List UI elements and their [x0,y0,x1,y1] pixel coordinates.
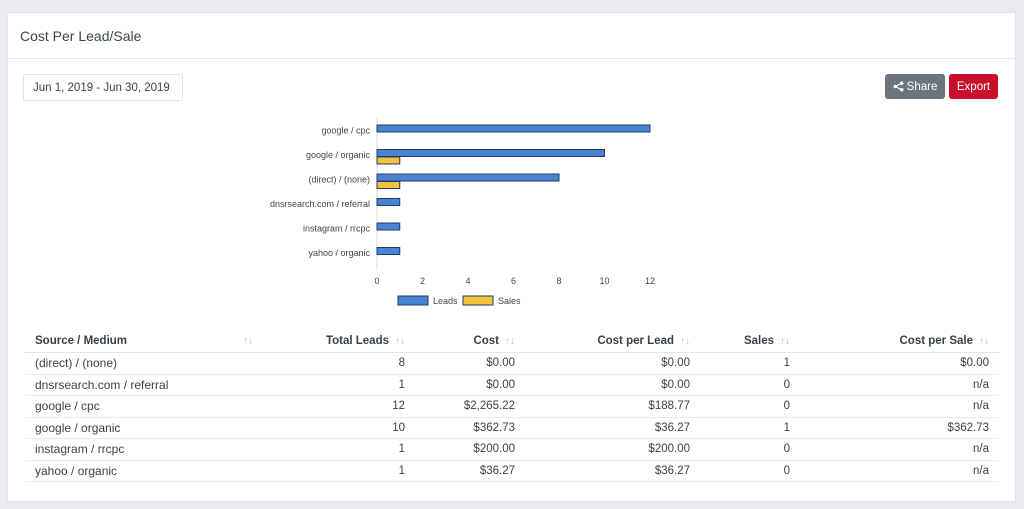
column-header-cost[interactable]: Cost ↑↓ [415,330,525,353]
legend-swatch-leads [397,295,429,306]
share-button[interactable]: Share [885,74,945,99]
cell-cost-per-lead: $0.00 [525,374,700,396]
cell-cost-per-lead: $0.00 [525,352,700,375]
table-row: (direct) / (none) 8 $0.00 $0.00 1 $0.00 [25,352,999,375]
cell-sales: 0 [700,438,800,461]
x-tick-label: 4 [465,276,470,286]
legend-label-sales: Sales [498,296,521,306]
sort-icon: ↑↓ [243,335,253,346]
cell-source-medium: (direct) / (none) [25,352,263,375]
cell-total-leads: 12 [263,395,415,418]
table-row: yahoo / organic 1 $36.27 $36.27 0 n/a [25,460,999,482]
category-label: yahoo / organic [308,248,370,258]
card-header: Cost Per Lead/Sale [8,13,1015,59]
cell-total-leads: 1 [263,460,415,482]
legend-swatch-sales [462,295,494,306]
cell-source-medium: google / cpc [25,395,263,418]
cell-source-medium: instagram / rrcpc [25,438,263,461]
cell-cost: $362.73 [415,417,525,439]
category-label: google / organic [306,150,371,160]
cell-sales: 1 [700,417,800,439]
cost-per-lead-table: Source / Medium ↑↓ Total Leads ↑↓ Cost ↑↓ … [25,330,999,482]
category-label: (direct) / (none) [308,175,370,185]
x-tick-label: 2 [420,276,425,286]
bar-leads-4 [376,222,401,231]
column-header-cost-per-sale[interactable]: Cost per Sale ↑↓ [800,330,999,353]
cell-cost-per-sale: $362.73 [800,417,999,439]
sort-icon: ↑↓ [395,336,405,347]
leads-sales-bar-chart: google / cpc google / organic (direct) / (… [270,118,655,306]
cell-source-medium: yahoo / organic [25,460,263,482]
cost-per-lead-card: Cost Per Lead/Sale Jun 1, 2019 - Jun 30,… [7,12,1016,502]
export-button[interactable]: Export [949,74,998,99]
category-label: instagram / rrcpc [303,224,371,234]
bar-sales-2 [376,181,401,189]
category-label: dnsrsearch.com / referral [270,199,370,209]
x-tick-label: 0 [374,276,379,286]
cell-cost-per-sale: n/a [800,374,999,396]
table-row: dnsrsearch.com / referral 1 $0.00 $0.00 … [25,374,999,396]
cell-cost-per-sale: n/a [800,460,999,482]
cell-source-medium: dnsrsearch.com / referral [25,374,263,396]
bar-leads-5 [376,247,401,255]
date-range-picker[interactable]: Jun 1, 2019 - Jun 30, 2019 [23,74,183,101]
sort-icon: ↑↓ [780,336,790,347]
table-row: google / cpc 12 $2,265.22 $188.77 0 n/a [25,395,999,418]
cell-sales: 0 [700,374,800,396]
sort-icon: ↑↓ [680,336,690,347]
cell-cost-per-sale: n/a [800,438,999,461]
cell-sales: 0 [700,395,800,418]
cell-cost: $2,265.22 [415,395,525,418]
sort-icon: ↑↓ [505,336,515,347]
x-tick-label: 10 [599,276,609,286]
table-row: instagram / rrcpc 1 $200.00 $200.00 0 n/… [25,438,999,461]
column-header-sales[interactable]: Sales ↑↓ [700,330,800,353]
share-icon [893,81,904,92]
cell-sales: 0 [700,460,800,482]
cell-total-leads: 8 [263,352,415,375]
x-tick-label: 6 [511,276,516,286]
category-label: google / cpc [321,126,370,136]
x-tick-label: 12 [645,276,655,286]
bar-sales-1 [376,156,401,165]
cell-cost: $0.00 [415,352,525,375]
bar-leads-2 [376,173,560,182]
cell-cost-per-lead: $200.00 [525,438,700,461]
x-tick-label: 8 [556,276,561,286]
share-label: Share [906,80,938,93]
cell-total-leads: 1 [263,374,415,396]
cell-total-leads: 1 [263,438,415,461]
cell-cost: $200.00 [415,438,525,461]
cell-cost-per-lead: $36.27 [525,417,700,439]
cell-sales: 1 [700,352,800,375]
cell-total-leads: 10 [263,417,415,439]
cell-cost: $36.27 [415,460,525,482]
sort-icon: ↑↓ [979,336,989,347]
export-label: Export [956,80,991,93]
cell-cost-per-sale: n/a [800,395,999,418]
cell-cost-per-sale: $0.00 [800,352,999,375]
cell-cost: $0.00 [415,374,525,396]
bar-leads-3 [376,198,401,206]
bar-leads-1 [376,149,605,157]
cell-cost-per-lead: $188.77 [525,395,700,418]
column-header-total-leads[interactable]: Total Leads ↑↓ [263,330,415,353]
column-header-source-medium[interactable]: Source / Medium ↑↓ [25,330,263,353]
bar-leads-0 [376,124,651,133]
table-header-row: Source / Medium ↑↓ Total Leads ↑↓ Cost ↑↓ … [25,330,999,353]
cell-source-medium: google / organic [25,417,263,439]
cell-cost-per-lead: $36.27 [525,460,700,482]
table-row: google / organic 10 $362.73 $36.27 1 $36… [25,417,999,439]
card-title: Cost Per Lead/Sale [20,27,142,44]
legend-label-leads: Leads [433,296,458,306]
column-header-cost-per-lead[interactable]: Cost per Lead ↑↓ [525,330,700,353]
